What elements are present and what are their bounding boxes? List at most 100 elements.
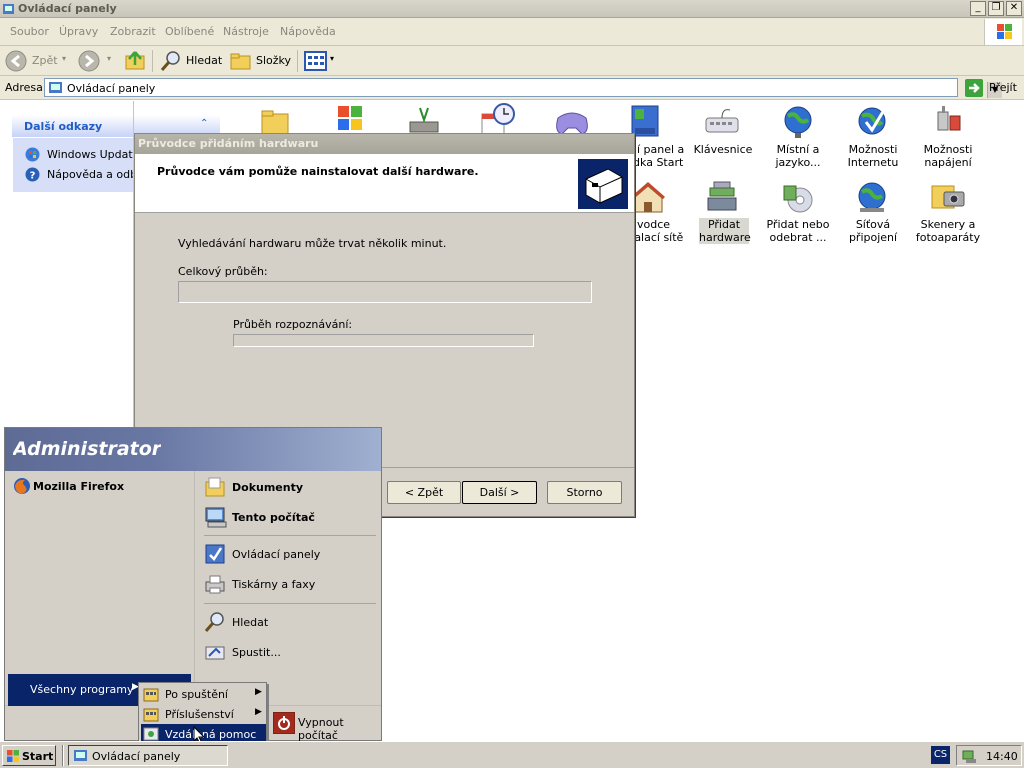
network-connections-icon[interactable] bbox=[852, 180, 892, 216]
start-item-printers[interactable]: Tiskárny a faxy bbox=[202, 571, 378, 597]
add-hardware-icon[interactable] bbox=[702, 180, 742, 216]
language-indicator[interactable]: CS bbox=[931, 746, 950, 764]
add-remove-programs-icon[interactable] bbox=[778, 180, 818, 216]
help-icon: ? bbox=[25, 167, 40, 182]
window-title: Ovládací panely bbox=[18, 2, 117, 15]
submenu-remote-assistance-label: Vzdálená pomoc bbox=[165, 728, 257, 741]
taskbar-separator bbox=[62, 745, 64, 766]
power-options-icon[interactable] bbox=[928, 104, 968, 140]
start-item-documents-label: Dokumenty bbox=[232, 481, 304, 494]
forward-button[interactable]: ▾ bbox=[77, 49, 117, 73]
address-label: Adresa bbox=[5, 81, 43, 94]
menu-file[interactable]: Soubor bbox=[10, 25, 49, 38]
control-panel-icon bbox=[205, 544, 225, 564]
start-item-control-panel-label: Ovládací panely bbox=[232, 548, 321, 561]
wizard-cancel-button[interactable]: Storno bbox=[547, 481, 622, 504]
wizard-back-button[interactable]: < Zpět bbox=[387, 481, 461, 504]
menu-favorites[interactable]: Oblíbené bbox=[165, 25, 214, 38]
submenu-accessories[interactable]: Příslušenství ▶ bbox=[141, 704, 266, 724]
go-label: Přejít bbox=[989, 81, 1017, 94]
collapse-chevron-icon[interactable]: ⌃ bbox=[200, 118, 208, 129]
link-windows-update[interactable]: Windows Update bbox=[25, 146, 145, 162]
control-panel-icon bbox=[49, 82, 62, 93]
toolbar-separator bbox=[297, 50, 298, 72]
link-help-support[interactable]: ? Nápověda a odbo bbox=[25, 166, 145, 182]
keyboard-icon[interactable] bbox=[702, 104, 742, 140]
wizard-next-button[interactable]: Další > bbox=[462, 481, 537, 504]
start-item-search[interactable]: Hledat bbox=[202, 609, 378, 635]
start-item-my-computer[interactable]: Tento počítač bbox=[202, 504, 378, 530]
power-icon bbox=[273, 712, 295, 734]
menu-view[interactable]: Zobrazit bbox=[110, 25, 156, 38]
icon-label-network-connections[interactable]: Síťová připojení bbox=[833, 218, 913, 244]
menu-help[interactable]: Nápověda bbox=[280, 25, 336, 38]
icon-label-regional[interactable]: Místní a jazyko... bbox=[758, 143, 838, 169]
forward-dropdown-icon: ▾ bbox=[107, 54, 112, 63]
taskbar-button-label: Ovládací panely bbox=[92, 750, 181, 763]
menu-edit[interactable]: Úpravy bbox=[59, 25, 98, 38]
icon-label-taskbar[interactable]: ní panel a ídka Start bbox=[630, 143, 686, 169]
detect-progress-bar bbox=[233, 334, 534, 347]
shutdown-button[interactable]: Vypnout počítač bbox=[271, 711, 379, 742]
wizard-title-bar[interactable]: Průvodce přidáním hardwaru bbox=[135, 134, 634, 154]
search-button[interactable]: Hledat bbox=[158, 49, 224, 73]
program-group-icon bbox=[143, 708, 159, 722]
up-folder-icon[interactable] bbox=[124, 49, 146, 71]
close-button[interactable]: ✕ bbox=[1006, 1, 1022, 16]
start-item-firefox-label: Mozilla Firefox bbox=[33, 480, 125, 493]
menu-bar: Soubor Úpravy Zobrazit Oblíbené Nástroje… bbox=[0, 18, 1024, 46]
back-arrow-icon bbox=[5, 50, 27, 72]
minimize-button[interactable]: _ bbox=[970, 1, 986, 16]
documents-folder-icon bbox=[205, 477, 225, 497]
start-item-firefox[interactable]: Mozilla Firefox bbox=[11, 476, 191, 498]
views-button[interactable]: ▾ bbox=[303, 49, 339, 73]
regional-language-icon[interactable] bbox=[778, 104, 818, 140]
address-value: Ovládací panely bbox=[67, 82, 156, 95]
icon-label-add-hardware[interactable]: Přidat hardware bbox=[699, 218, 751, 244]
start-menu-separator bbox=[204, 535, 376, 536]
wizard-title: Průvodce přidáním hardwaru bbox=[138, 137, 319, 150]
remote-assistance-icon bbox=[143, 727, 159, 741]
icon-label-network-wizard[interactable]: ůvodce talací sítě bbox=[630, 218, 686, 244]
taskbar: Start Ovládací panely CS 14:40 bbox=[0, 741, 1024, 768]
icon-label-keyboard[interactable]: Klávesnice bbox=[683, 143, 763, 156]
address-bar: Adresa Ovládací panely ▼ Přejít bbox=[0, 76, 1024, 100]
start-item-run-label: Spustit... bbox=[232, 646, 281, 659]
start-item-documents[interactable]: Dokumenty bbox=[202, 474, 378, 500]
program-group-icon bbox=[143, 688, 159, 702]
system-tray: 14:40 bbox=[956, 745, 1022, 766]
other-links-title: Další odkazy bbox=[24, 120, 103, 133]
svg-text:?: ? bbox=[30, 171, 36, 182]
start-menu-pinned: Mozilla Firefox bbox=[5, 471, 195, 705]
start-item-control-panel[interactable]: Ovládací panely bbox=[202, 541, 378, 567]
start-item-run[interactable]: Spustit... bbox=[202, 639, 378, 665]
icon-label-scanners[interactable]: Skenery a fotoaparáty bbox=[908, 218, 988, 244]
submenu-accessories-label: Příslušenství bbox=[165, 708, 234, 721]
clock[interactable]: 14:40 bbox=[986, 750, 1018, 763]
printer-icon bbox=[205, 575, 225, 594]
folders-button[interactable]: Složky bbox=[228, 49, 292, 73]
scanners-cameras-icon[interactable] bbox=[928, 180, 968, 216]
folders-label: Složky bbox=[256, 54, 292, 67]
maximize-button[interactable]: ❐ bbox=[988, 1, 1004, 16]
icon-label-internet-options[interactable]: Možnosti Internetu bbox=[833, 143, 913, 169]
icon-label-add-remove[interactable]: Přidat nebo odebrat ... bbox=[758, 218, 838, 244]
run-icon bbox=[205, 646, 225, 660]
toolbar: Zpět ▾ ▾ Hledat Složky ▾ bbox=[0, 46, 1024, 76]
go-button[interactable]: Přejít bbox=[962, 77, 1022, 98]
back-button[interactable]: Zpět ▾ bbox=[3, 49, 69, 73]
start-button[interactable]: Start bbox=[2, 745, 56, 766]
submenu-arrow-icon: ▶ bbox=[255, 687, 262, 697]
windows-update-icon bbox=[25, 147, 40, 162]
icon-label-power[interactable]: Možnosti napájení bbox=[908, 143, 988, 169]
submenu-startup-label: Po spuštění bbox=[165, 688, 228, 701]
go-arrow-icon bbox=[965, 79, 983, 97]
network-tray-icon[interactable] bbox=[961, 748, 977, 764]
my-computer-icon bbox=[205, 507, 227, 528]
internet-options-icon[interactable] bbox=[852, 104, 892, 140]
address-input[interactable]: Ovládací panely ▼ bbox=[44, 78, 1002, 98]
taskbar-button-control-panel[interactable]: Ovládací panely bbox=[68, 745, 228, 766]
search-label: Hledat bbox=[186, 54, 223, 67]
menu-tools[interactable]: Nástroje bbox=[223, 25, 269, 38]
submenu-startup[interactable]: Po spuštění ▶ bbox=[141, 684, 266, 704]
